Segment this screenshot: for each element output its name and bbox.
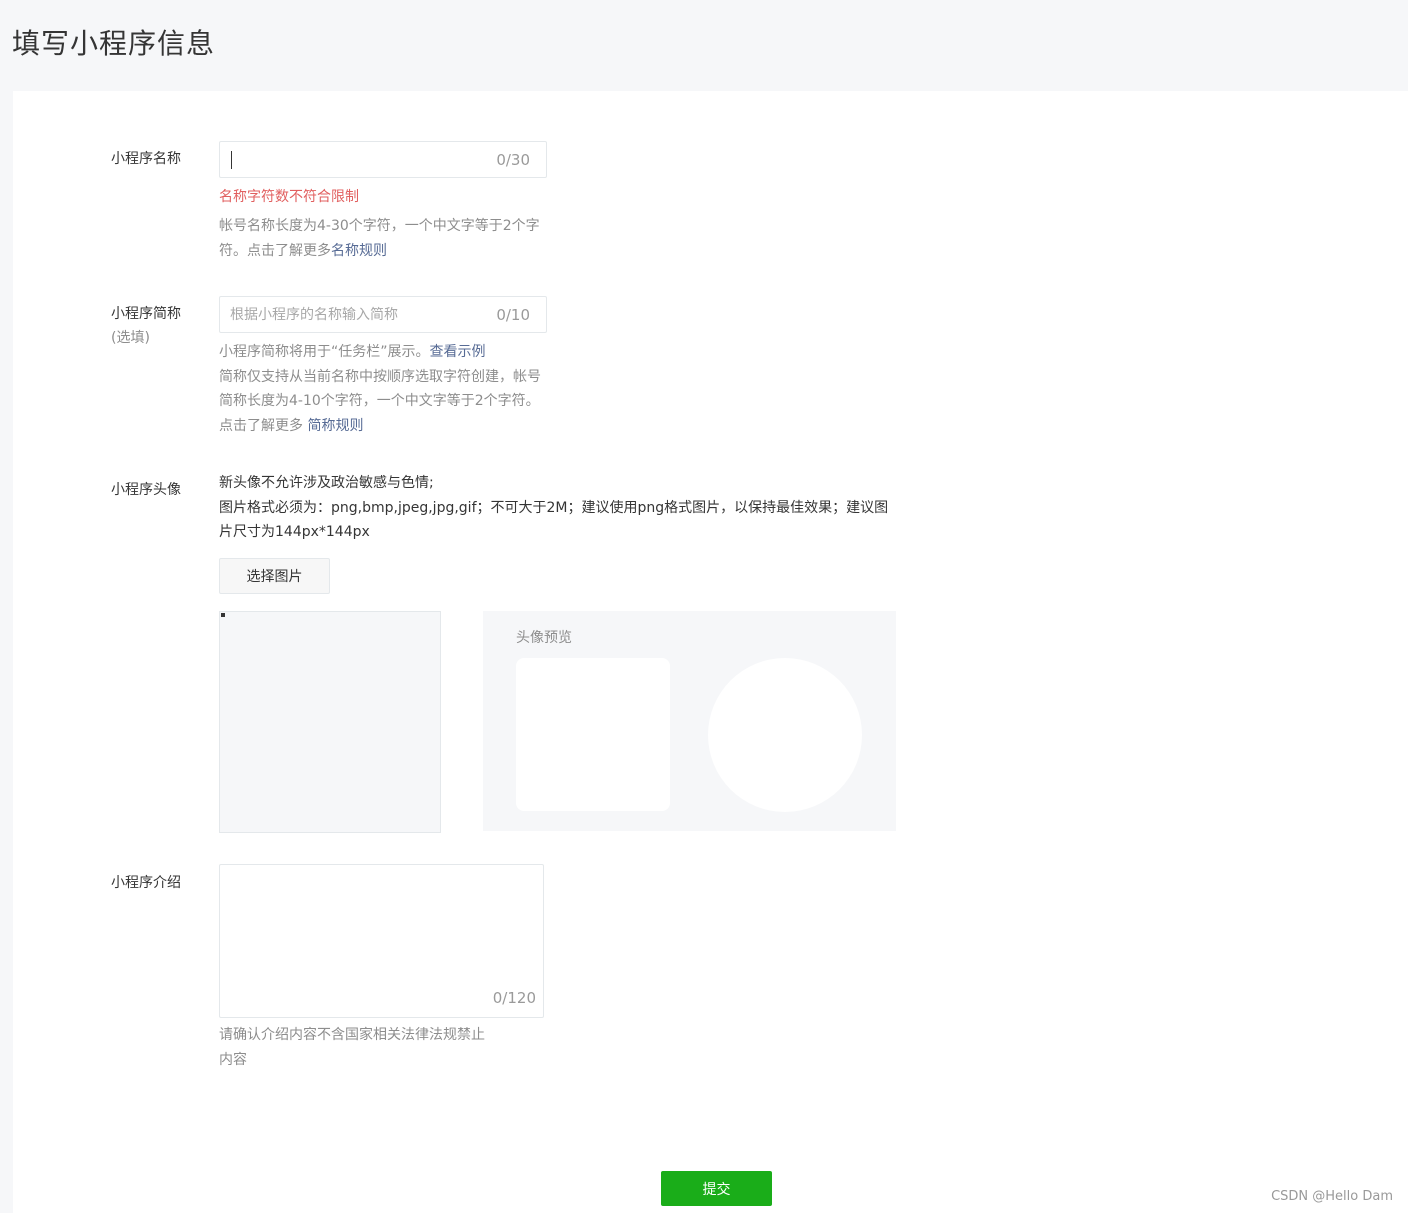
preview-title: 头像预览 (516, 630, 572, 646)
name-rules-link[interactable]: 名称规则 (331, 243, 387, 259)
square-avatar-preview (516, 658, 670, 811)
select-image-button[interactable]: 选择图片 (219, 558, 330, 594)
name-input[interactable] (230, 142, 480, 177)
intro-tip: 请确认介绍内容不含国家相关法律法规禁止内容 (219, 1027, 485, 1068)
intro-textarea[interactable] (228, 873, 533, 983)
text-caret (231, 151, 232, 169)
short-name-input-box[interactable]: 0/10 (219, 296, 547, 333)
short-name-tip-text-1: 小程序简称将用于“任务栏”展示。 (219, 344, 430, 360)
avatar-label: 小程序头像 (111, 482, 181, 498)
avatar-description: 新头像不允许涉及政治敏感与色情; 图片格式必须为：png,bmp,jpeg,jp… (219, 471, 889, 545)
intro-label: 小程序介绍 (111, 875, 181, 891)
name-label: 小程序名称 (111, 151, 181, 167)
name-input-box[interactable]: 0/30 (219, 141, 547, 178)
avatar-preview-panel: 头像预览 (483, 611, 896, 831)
image-crop-area[interactable] (219, 611, 441, 833)
avatar-desc-line-2: 图片格式必须为：png,bmp,jpeg,jpg,gif；不可大于2M；建议使用… (219, 499, 889, 541)
crop-handle[interactable] (221, 613, 225, 617)
short-name-label-text: 小程序简称 (111, 306, 181, 322)
view-example-link[interactable]: 查看示例 (430, 344, 486, 360)
name-error-message: 名称字符数不符合限制 (219, 189, 359, 205)
short-name-tip: 小程序简称将用于“任务栏”展示。查看示例简称仅支持从当前名称中按顺序选取字符创建… (219, 340, 549, 438)
circle-avatar-preview (708, 658, 862, 812)
name-tip: 帐号名称长度为4-30个字符，一个中文字等于2个字符。点击了解更多名称规则 (219, 214, 549, 263)
short-name-counter: 0/10 (496, 306, 530, 324)
watermark: CSDN @Hello Dam (1271, 1189, 1393, 1204)
intro-textarea-box[interactable]: 0/120 (219, 864, 544, 1018)
page-title: 填写小程序信息 (12, 27, 216, 60)
short-name-rules-link[interactable]: 简称规则 (307, 418, 363, 434)
submit-button[interactable]: 提交 (661, 1171, 772, 1206)
name-counter: 0/30 (496, 151, 530, 169)
optional-hint: (选填) (111, 330, 150, 346)
avatar-desc-line-1: 新头像不允许涉及政治敏感与色情; (219, 475, 434, 491)
short-name-label: 小程序简称 (选填) (111, 302, 181, 350)
intro-counter: 0/120 (492, 989, 536, 1007)
short-name-input[interactable] (230, 297, 480, 332)
short-name-tip-text-2: 简称仅支持从当前名称中按顺序选取字符创建，帐号简称长度为4-10个字符，一个中文… (219, 368, 541, 434)
